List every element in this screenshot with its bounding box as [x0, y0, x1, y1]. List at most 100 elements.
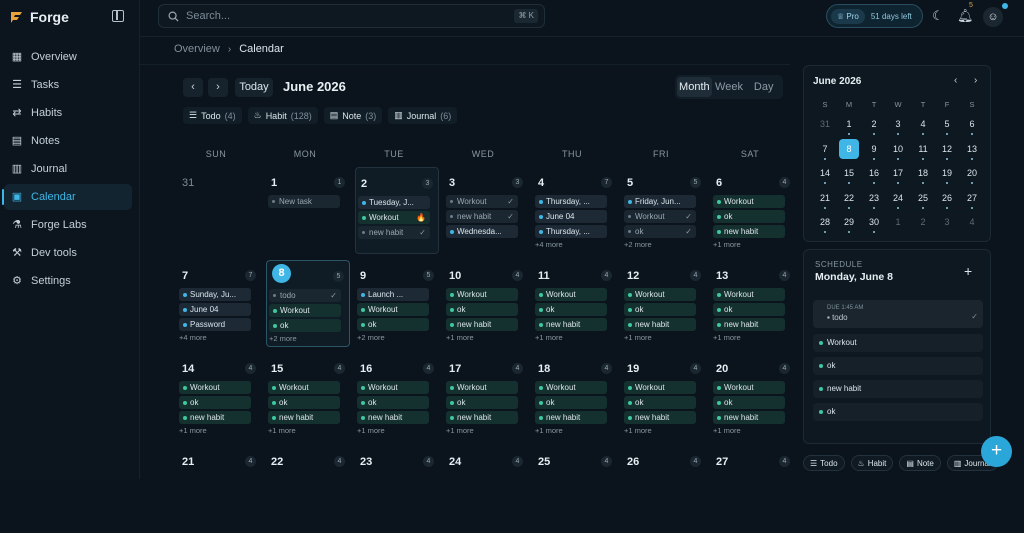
more-events-link[interactable]: +2 more: [269, 334, 297, 343]
event-chip[interactable]: new habit ✓: [446, 210, 518, 223]
event-chip[interactable]: new habit: [713, 411, 785, 424]
mini-day[interactable]: 26: [937, 188, 957, 209]
previous-month-button[interactable]: ‹: [183, 78, 203, 97]
schedule-item[interactable]: ok: [813, 403, 983, 421]
mini-day[interactable]: 23: [864, 188, 884, 209]
event-chip[interactable]: new habit ✓: [358, 226, 430, 239]
day-cell[interactable]: 1 1 New task: [266, 167, 350, 254]
mini-day[interactable]: 3: [937, 212, 957, 232]
mini-day[interactable]: 25: [913, 188, 933, 209]
quick-add-todo[interactable]: ☰ Todo: [803, 455, 845, 471]
event-chip[interactable]: Workout: [624, 288, 696, 301]
more-events-link[interactable]: +1 more: [535, 333, 563, 342]
mini-day[interactable]: 12: [937, 139, 957, 160]
mini-day[interactable]: 16: [864, 163, 884, 184]
mini-day[interactable]: 24: [888, 188, 908, 209]
more-events-link[interactable]: +1 more: [535, 426, 563, 435]
breadcrumb-overview[interactable]: Overview: [174, 43, 220, 55]
day-cell[interactable]: 2 3 Tuesday, J... Workout 🔥 new habit ✓: [355, 167, 439, 254]
quick-add-note[interactable]: ▤ Note: [899, 455, 941, 471]
event-chip[interactable]: ok: [624, 396, 696, 409]
more-events-link[interactable]: +1 more: [624, 333, 652, 342]
event-chip[interactable]: Thursday, ...: [535, 225, 607, 238]
event-chip[interactable]: Workout ✓: [624, 210, 696, 223]
event-chip[interactable]: Workout: [624, 381, 696, 394]
event-chip[interactable]: ok: [713, 210, 785, 223]
mini-day[interactable]: 4: [962, 212, 982, 232]
more-events-link[interactable]: +2 more: [357, 333, 385, 342]
event-chip[interactable]: todo ✓: [269, 289, 341, 302]
event-chip[interactable]: ok: [713, 396, 785, 409]
mini-day[interactable]: 27: [962, 188, 982, 209]
mini-day[interactable]: 6: [962, 114, 982, 135]
mini-day[interactable]: 31: [815, 114, 835, 134]
dark-mode-moon-icon[interactable]: ☾: [930, 8, 946, 24]
day-cell[interactable]: 3 3 Workout ✓ new habit ✓ Wednesda...: [444, 167, 528, 254]
event-chip[interactable]: Password: [179, 318, 251, 331]
app-logo[interactable]: Forge: [10, 8, 69, 26]
mini-day[interactable]: 1: [888, 212, 908, 232]
day-cell[interactable]: 19 4 Workout ok new habit +1 more: [622, 353, 706, 440]
event-chip[interactable]: new habit: [624, 411, 696, 424]
add-event-plus-icon[interactable]: +: [964, 263, 972, 279]
mini-day[interactable]: 3: [888, 114, 908, 135]
event-chip[interactable]: ok: [357, 318, 429, 331]
event-chip[interactable]: ok: [535, 303, 607, 316]
day-cell[interactable]: 21 4: [177, 446, 261, 533]
event-chip[interactable]: ok: [268, 396, 340, 409]
mini-day[interactable]: 20: [962, 163, 982, 184]
event-chip[interactable]: ok: [624, 303, 696, 316]
event-chip[interactable]: Launch ...: [357, 288, 429, 301]
more-events-link[interactable]: +1 more: [446, 426, 474, 435]
day-cell[interactable]: 22 4: [266, 446, 350, 533]
more-events-link[interactable]: +4 more: [179, 333, 207, 342]
more-events-link[interactable]: +1 more: [624, 426, 652, 435]
event-chip[interactable]: Wednesda...: [446, 225, 518, 238]
event-chip[interactable]: ok ✓: [624, 225, 696, 238]
event-chip[interactable]: Workout: [713, 288, 785, 301]
day-cell[interactable]: 6 4 Workout ok new habit +1 more: [711, 167, 795, 254]
event-chip[interactable]: new habit: [713, 225, 785, 238]
notifications-bell-icon[interactable]: 🔔︎: [957, 8, 974, 24]
mini-day[interactable]: 29: [839, 212, 859, 233]
mini-day[interactable]: 22: [839, 188, 859, 209]
day-cell[interactable]: 13 4 Workout ok new habit +1 more: [711, 260, 795, 347]
day-cell[interactable]: 25 4: [533, 446, 617, 533]
more-events-link[interactable]: +1 more: [713, 333, 741, 342]
event-chip[interactable]: Sunday, Ju...: [179, 288, 251, 301]
more-events-link[interactable]: +1 more: [268, 426, 296, 435]
sidebar-item-tasks[interactable]: ☰ Tasks: [4, 72, 132, 98]
day-cell[interactable]: 8 5 todo ✓ Workout ok +2 more: [266, 260, 350, 347]
event-chip[interactable]: Workout: [713, 381, 785, 394]
mini-day[interactable]: 10: [888, 139, 908, 160]
check-circle-icon[interactable]: ✓: [971, 312, 978, 321]
event-chip[interactable]: Thursday, ...: [535, 195, 607, 208]
day-cell[interactable]: 20 4 Workout ok new habit +1 more: [711, 353, 795, 440]
filter-chip-habit[interactable]: ♨ Habit (128): [247, 107, 318, 124]
schedule-item[interactable]: ok: [813, 357, 983, 375]
mini-day[interactable]: 19: [937, 163, 957, 184]
schedule-item[interactable]: Workout: [813, 334, 983, 352]
day-cell[interactable]: 12 4 Workout ok new habit +1 more: [622, 260, 706, 347]
event-chip[interactable]: Workout ✓: [446, 195, 518, 208]
mini-day[interactable]: 4: [913, 114, 933, 135]
day-cell[interactable]: 15 4 Workout ok new habit +1 more: [266, 353, 350, 440]
schedule-todo[interactable]: DUE 1:45 AM ▪ todo ✓: [813, 300, 983, 328]
tab-week[interactable]: Week: [712, 77, 747, 97]
event-chip[interactable]: Workout: [179, 381, 251, 394]
event-chip[interactable]: Workout: [713, 195, 785, 208]
event-chip[interactable]: ok: [713, 303, 785, 316]
event-chip[interactable]: ok: [446, 396, 518, 409]
event-chip[interactable]: Workout: [535, 381, 607, 394]
more-events-link[interactable]: +1 more: [446, 333, 474, 342]
mini-prev-chevron-icon[interactable]: ‹: [954, 75, 957, 86]
event-chip[interactable]: June 04: [535, 210, 607, 223]
sidebar-item-settings[interactable]: ⚙ Settings: [4, 268, 132, 294]
event-chip[interactable]: Workout: [535, 288, 607, 301]
day-cell[interactable]: 16 4 Workout ok new habit +1 more: [355, 353, 439, 440]
quick-add-habit[interactable]: ♨ Habit: [850, 455, 894, 471]
collapse-sidebar-icon[interactable]: [112, 10, 124, 22]
event-chip[interactable]: new habit: [446, 318, 518, 331]
sidebar-item-journal[interactable]: ▥ Journal: [4, 156, 132, 182]
mini-day[interactable]: 8: [839, 138, 859, 159]
